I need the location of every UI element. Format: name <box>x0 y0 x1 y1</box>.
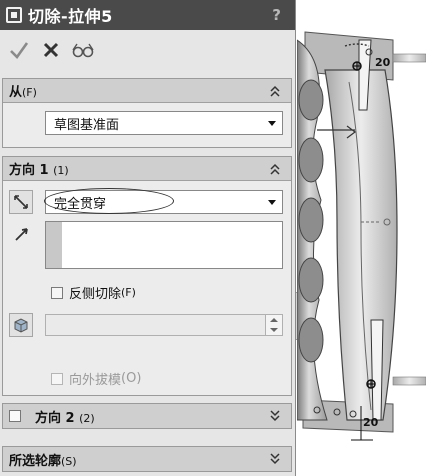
ok-icon[interactable] <box>6 37 32 63</box>
from-group-shortcut: (F) <box>22 86 37 99</box>
draft-outward-checkbox[interactable]: 向外拔模 (O) <box>51 369 141 388</box>
dropdown-arrow-icon <box>268 121 276 126</box>
direction2-checkbox[interactable] <box>9 410 21 422</box>
model-preview: 20 20 <box>297 31 426 441</box>
dimension-top: 20 <box>375 56 391 69</box>
direction1-header[interactable]: 方向 1 (1) <box>3 157 291 181</box>
preview-icon[interactable] <box>70 37 96 63</box>
selected-contours-shortcut: (S) <box>61 454 77 468</box>
help-icon[interactable]: ? <box>272 6 281 24</box>
direction2-header[interactable]: 方向 2 (2) <box>3 404 291 428</box>
cut-extrude-icon <box>6 7 22 23</box>
from-group: 从(F) 草图基准面 <box>2 78 292 148</box>
selected-contours-header[interactable]: 所选轮廓(S) <box>3 447 291 471</box>
end-condition-select[interactable]: 完全贯穿 <box>45 190 283 214</box>
direction-vector-list[interactable] <box>45 221 283 269</box>
from-select-value: 草图基准面 <box>54 117 120 133</box>
direction2-title: 方向 2 <box>35 410 75 426</box>
direction-vector-icon <box>15 228 28 241</box>
expand-chevron-icon[interactable] <box>269 452 281 466</box>
flip-side-label: 反侧切除 <box>69 287 122 302</box>
cancel-icon[interactable] <box>38 37 64 63</box>
draft-icon <box>14 318 28 333</box>
end-condition-value: 完全贯穿 <box>54 196 107 212</box>
direction1-shortcut: (1) <box>53 164 69 177</box>
action-bar <box>0 30 295 70</box>
direction1-group: 方向 1 (1) 完全贯穿 反侧切除 (F) 向外拔模 (O) <box>2 156 292 396</box>
direction2-group: 方向 2 (2) <box>2 403 292 429</box>
graphics-viewport[interactable]: 20 20 <box>297 0 426 476</box>
reverse-direction-button[interactable] <box>9 190 33 214</box>
selected-contours-group: 所选轮廓(S) <box>2 446 292 472</box>
collapse-chevron-icon[interactable] <box>269 162 281 176</box>
draft-angle-spinner[interactable] <box>45 314 283 336</box>
dropdown-arrow-icon <box>268 200 276 205</box>
from-group-header[interactable]: 从(F) <box>3 79 291 103</box>
selected-contours-title: 所选轮廓 <box>9 453 62 469</box>
expand-chevron-icon[interactable] <box>269 409 281 423</box>
from-select[interactable]: 草图基准面 <box>45 111 283 135</box>
spinner-arrows-icon[interactable] <box>265 315 282 335</box>
draft-outward-label: 向外拔模 <box>69 373 122 388</box>
direction2-shortcut: (2) <box>79 411 95 425</box>
feature-title: 切除-拉伸5 <box>28 7 113 26</box>
dimension-bottom: 20 <box>363 416 379 429</box>
feature-titlebar: 切除-拉伸5 ? <box>0 0 295 30</box>
draft-button[interactable] <box>9 313 33 337</box>
property-manager-panel: 切除-拉伸5 ? 从(F) 草图基准面 方向 1 (1) 完全贯穿 反侧切除 (… <box>0 0 296 476</box>
reverse-direction-icon <box>14 195 28 209</box>
collapse-chevron-icon[interactable] <box>269 84 281 98</box>
from-group-title: 从 <box>9 85 23 100</box>
direction1-title: 方向 1 <box>9 163 49 178</box>
flip-side-to-cut-checkbox[interactable]: 反侧切除 (F) <box>51 283 136 302</box>
